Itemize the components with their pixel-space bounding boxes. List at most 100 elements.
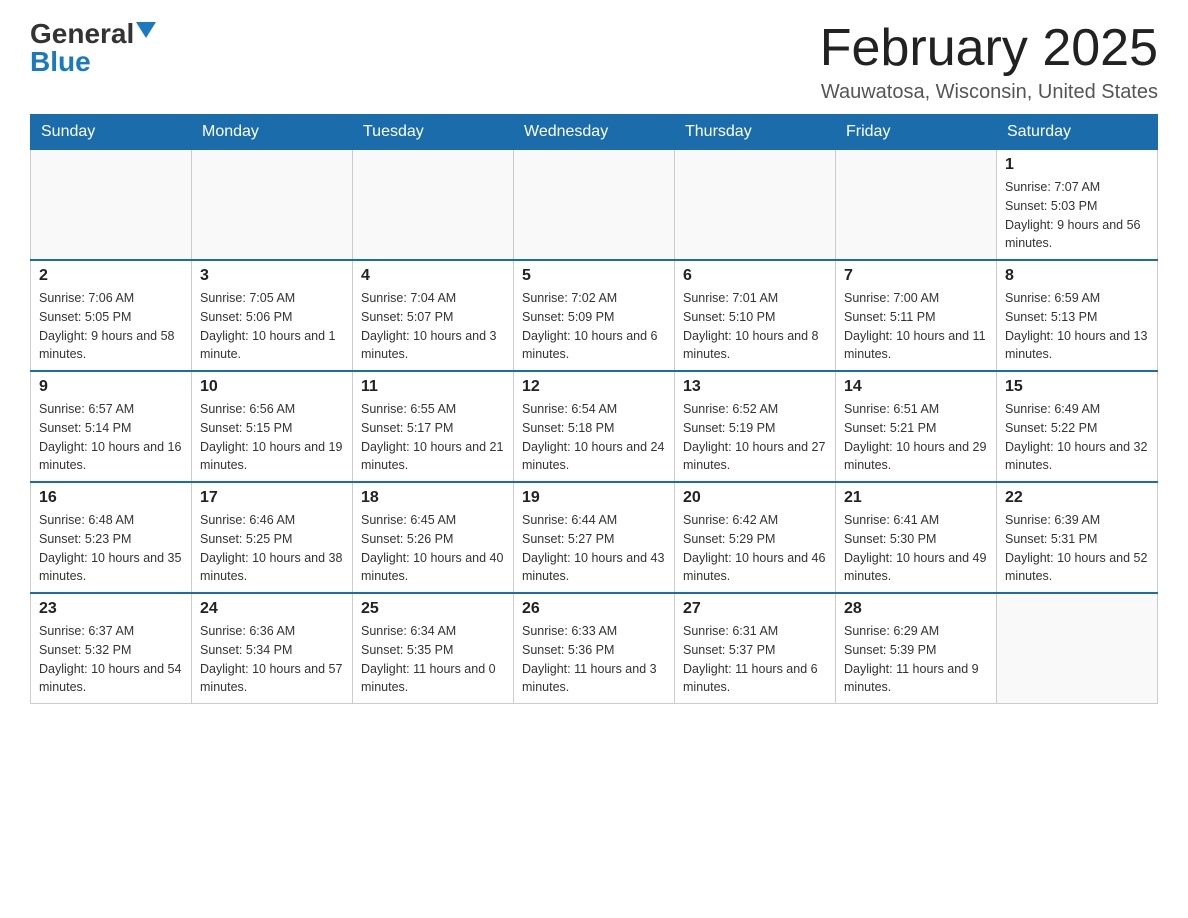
calendar-cell: 18 Sunrise: 6:45 AM Sunset: 5:26 PM Dayli…	[353, 482, 514, 593]
calendar-cell: 23Sunrise: 6:37 AM Sunset: 5:32 PM Dayli…	[31, 593, 192, 704]
day-number: 4	[361, 267, 505, 285]
calendar-week-row: 23Sunrise: 6:37 AM Sunset: 5:32 PM Dayli…	[31, 593, 1158, 704]
day-number: 14	[844, 378, 988, 396]
day-number: 9	[39, 378, 183, 396]
logo: General Blue	[30, 20, 156, 76]
day-info: Sunrise: 6:41 AM Sunset: 5:30 PM Dayligh…	[844, 511, 988, 586]
logo-triangle-icon	[136, 22, 156, 38]
day-info: Sunrise: 6:29 AM Sunset: 5:39 PM Dayligh…	[844, 622, 988, 697]
header-thursday: Thursday	[675, 115, 836, 150]
header-saturday: Saturday	[997, 115, 1158, 150]
calendar-cell: 19 Sunrise: 6:44 AM Sunset: 5:27 PM Dayli…	[514, 482, 675, 593]
calendar-cell	[997, 593, 1158, 704]
header-sunday: Sunday	[31, 115, 192, 150]
calendar-cell: 7 Sunrise: 7:00 AM Sunset: 5:11 PM Daylig…	[836, 260, 997, 371]
day-number: 26	[522, 600, 666, 618]
logo-blue-text: Blue	[30, 48, 91, 76]
calendar-cell	[31, 150, 192, 261]
day-info: Sunrise: 7:02 AM Sunset: 5:09 PM Dayligh…	[522, 289, 666, 364]
day-info: Sunrise: 7:00 AM Sunset: 5:11 PM Dayligh…	[844, 289, 988, 364]
day-info: Sunrise: 6:56 AM Sunset: 5:15 PM Dayligh…	[200, 400, 344, 475]
day-number: 25	[361, 600, 505, 618]
calendar-cell	[514, 150, 675, 261]
calendar-cell: 14 Sunrise: 6:51 AM Sunset: 5:21 PM Dayli…	[836, 371, 997, 482]
day-number: 18	[361, 489, 505, 507]
calendar-week-row: 1Sunrise: 7:07 AM Sunset: 5:03 PM Daylig…	[31, 150, 1158, 261]
day-info: Sunrise: 7:04 AM Sunset: 5:07 PM Dayligh…	[361, 289, 505, 364]
header-monday: Monday	[192, 115, 353, 150]
calendar-subtitle: Wauwatosa, Wisconsin, United States	[820, 81, 1158, 104]
calendar-cell: 3 Sunrise: 7:05 AM Sunset: 5:06 PM Daylig…	[192, 260, 353, 371]
calendar-cell: 13 Sunrise: 6:52 AM Sunset: 5:19 PM Dayli…	[675, 371, 836, 482]
calendar-cell: 2 Sunrise: 7:06 AM Sunset: 5:05 PM Daylig…	[31, 260, 192, 371]
day-number: 22	[1005, 489, 1149, 507]
day-number: 17	[200, 489, 344, 507]
calendar-header-row: Sunday Monday Tuesday Wednesday Thursday…	[31, 115, 1158, 150]
day-info: Sunrise: 6:34 AM Sunset: 5:35 PM Dayligh…	[361, 622, 505, 697]
calendar-cell: 4 Sunrise: 7:04 AM Sunset: 5:07 PM Daylig…	[353, 260, 514, 371]
day-info: Sunrise: 6:59 AM Sunset: 5:13 PM Dayligh…	[1005, 289, 1149, 364]
day-number: 28	[844, 600, 988, 618]
calendar-cell: 24 Sunrise: 6:36 AM Sunset: 5:34 PM Dayli…	[192, 593, 353, 704]
day-number: 20	[683, 489, 827, 507]
calendar-cell: 9 Sunrise: 6:57 AM Sunset: 5:14 PM Daylig…	[31, 371, 192, 482]
day-info: Sunrise: 6:36 AM Sunset: 5:34 PM Dayligh…	[200, 622, 344, 697]
day-number: 3	[200, 267, 344, 285]
day-number: 19	[522, 489, 666, 507]
calendar-table: Sunday Monday Tuesday Wednesday Thursday…	[30, 114, 1158, 704]
day-info: Sunrise: 6:55 AM Sunset: 5:17 PM Dayligh…	[361, 400, 505, 475]
calendar-title: February 2025	[820, 20, 1158, 77]
day-number: 23	[39, 600, 183, 618]
calendar-cell: 27 Sunrise: 6:31 AM Sunset: 5:37 PM Dayli…	[675, 593, 836, 704]
day-number: 12	[522, 378, 666, 396]
calendar-cell: 1Sunrise: 7:07 AM Sunset: 5:03 PM Daylig…	[997, 150, 1158, 261]
day-number: 7	[844, 267, 988, 285]
header-tuesday: Tuesday	[353, 115, 514, 150]
day-info: Sunrise: 6:54 AM Sunset: 5:18 PM Dayligh…	[522, 400, 666, 475]
day-info: Sunrise: 6:31 AM Sunset: 5:37 PM Dayligh…	[683, 622, 827, 697]
day-info: Sunrise: 6:51 AM Sunset: 5:21 PM Dayligh…	[844, 400, 988, 475]
calendar-cell: 5 Sunrise: 7:02 AM Sunset: 5:09 PM Daylig…	[514, 260, 675, 371]
day-number: 27	[683, 600, 827, 618]
calendar-cell: 15Sunrise: 6:49 AM Sunset: 5:22 PM Dayli…	[997, 371, 1158, 482]
day-info: Sunrise: 6:52 AM Sunset: 5:19 PM Dayligh…	[683, 400, 827, 475]
day-info: Sunrise: 6:57 AM Sunset: 5:14 PM Dayligh…	[39, 400, 183, 475]
day-number: 2	[39, 267, 183, 285]
calendar-cell: 6 Sunrise: 7:01 AM Sunset: 5:10 PM Daylig…	[675, 260, 836, 371]
calendar-cell: 8 Sunrise: 6:59 AM Sunset: 5:13 PM Daylig…	[997, 260, 1158, 371]
day-info: Sunrise: 6:44 AM Sunset: 5:27 PM Dayligh…	[522, 511, 666, 586]
day-number: 5	[522, 267, 666, 285]
calendar-cell: 26Sunrise: 6:33 AM Sunset: 5:36 PM Dayli…	[514, 593, 675, 704]
calendar-week-row: 2 Sunrise: 7:06 AM Sunset: 5:05 PM Daylig…	[31, 260, 1158, 371]
day-info: Sunrise: 6:45 AM Sunset: 5:26 PM Dayligh…	[361, 511, 505, 586]
calendar-cell: 20Sunrise: 6:42 AM Sunset: 5:29 PM Dayli…	[675, 482, 836, 593]
calendar-cell: 22 Sunrise: 6:39 AM Sunset: 5:31 PM Dayli…	[997, 482, 1158, 593]
day-number: 16	[39, 489, 183, 507]
header-wednesday: Wednesday	[514, 115, 675, 150]
day-number: 10	[200, 378, 344, 396]
calendar-week-row: 9 Sunrise: 6:57 AM Sunset: 5:14 PM Daylig…	[31, 371, 1158, 482]
calendar-cell	[836, 150, 997, 261]
calendar-week-row: 16 Sunrise: 6:48 AM Sunset: 5:23 PM Dayli…	[31, 482, 1158, 593]
calendar-cell: 17 Sunrise: 6:46 AM Sunset: 5:25 PM Dayli…	[192, 482, 353, 593]
day-number: 8	[1005, 267, 1149, 285]
day-info: Sunrise: 7:01 AM Sunset: 5:10 PM Dayligh…	[683, 289, 827, 364]
day-number: 6	[683, 267, 827, 285]
calendar-cell: 10 Sunrise: 6:56 AM Sunset: 5:15 PM Dayli…	[192, 371, 353, 482]
day-info: Sunrise: 6:46 AM Sunset: 5:25 PM Dayligh…	[200, 511, 344, 586]
calendar-cell	[353, 150, 514, 261]
logo-general-text: General	[30, 20, 134, 48]
day-number: 13	[683, 378, 827, 396]
day-info: Sunrise: 7:05 AM Sunset: 5:06 PM Dayligh…	[200, 289, 344, 364]
day-number: 24	[200, 600, 344, 618]
day-info: Sunrise: 6:39 AM Sunset: 5:31 PM Dayligh…	[1005, 511, 1149, 586]
calendar-cell: 12 Sunrise: 6:54 AM Sunset: 5:18 PM Dayli…	[514, 371, 675, 482]
calendar-cell: 28 Sunrise: 6:29 AM Sunset: 5:39 PM Dayli…	[836, 593, 997, 704]
header-friday: Friday	[836, 115, 997, 150]
day-number: 21	[844, 489, 988, 507]
calendar-cell: 25 Sunrise: 6:34 AM Sunset: 5:35 PM Dayli…	[353, 593, 514, 704]
calendar-cell: 21 Sunrise: 6:41 AM Sunset: 5:30 PM Dayli…	[836, 482, 997, 593]
day-info: Sunrise: 7:07 AM Sunset: 5:03 PM Dayligh…	[1005, 178, 1149, 253]
day-info: Sunrise: 6:48 AM Sunset: 5:23 PM Dayligh…	[39, 511, 183, 586]
day-info: Sunrise: 7:06 AM Sunset: 5:05 PM Dayligh…	[39, 289, 183, 364]
